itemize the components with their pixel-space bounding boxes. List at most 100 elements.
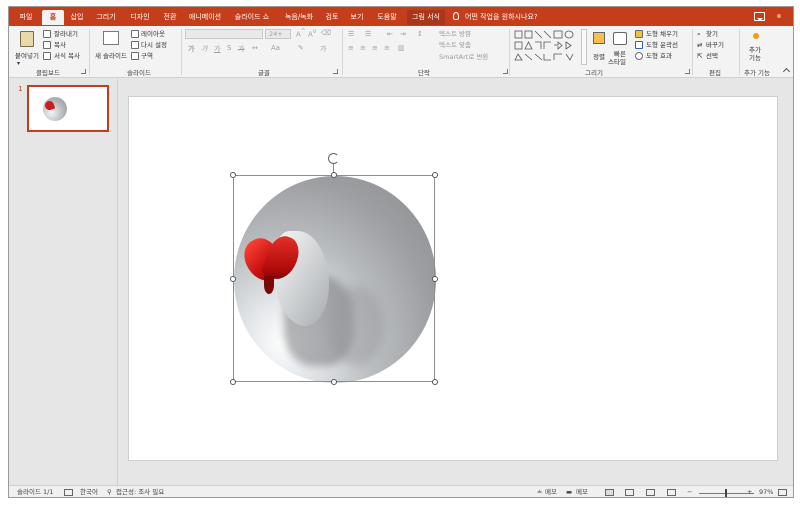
notes-button[interactable]: 메모 [545,488,557,497]
pane-splitter[interactable] [117,79,118,485]
layout-button[interactable]: 레이아웃 [141,30,165,38]
tab-transitions[interactable]: 전환 [159,10,181,25]
slide-sorter-icon[interactable] [625,489,634,496]
shrink-font-icon[interactable]: Av [308,29,316,38]
slideshow-view-icon[interactable] [667,489,676,496]
underline-icon[interactable]: 가 [214,44,220,54]
quick-styles-button-2[interactable]: 스타일 [608,58,626,66]
comments-icon[interactable] [754,12,765,21]
align-right-icon[interactable]: ≡ [372,44,378,52]
paragraph-launcher-icon[interactable] [503,69,508,74]
spelling-icon[interactable] [64,489,73,496]
indent-increase-icon[interactable]: ⇥ [400,30,406,38]
resize-handle-bottom-right[interactable] [432,379,438,385]
addins-icon[interactable] [753,33,759,39]
strikethrough-icon[interactable]: 가 [238,44,244,54]
zoom-level[interactable]: 97% [759,488,773,497]
shape-fill-button[interactable]: 도형 채우기 [646,30,678,38]
tab-home[interactable]: 홈 [42,10,64,25]
bold-icon[interactable]: 가 [188,44,194,54]
zoom-slider-thumb[interactable] [725,489,727,497]
numbering-icon[interactable]: ☰ [365,30,371,38]
tab-help[interactable]: 도움말 [372,10,402,25]
indent-decrease-icon[interactable]: ⇤ [387,30,393,38]
cut-button[interactable]: 잘라내기 [54,30,78,38]
resize-handle-right[interactable] [432,276,438,282]
arrange-button[interactable]: 정렬 [593,53,605,61]
notes-icon: ≐ [537,488,543,496]
font-size-combo[interactable]: 24+ [265,29,291,39]
reading-view-icon[interactable] [646,489,655,496]
smartart-button[interactable]: SmartArt로 변환 [439,53,488,61]
char-spacing-icon[interactable]: ↔ [252,44,258,52]
resize-handle-left[interactable] [230,276,236,282]
section-button[interactable]: 구역 [141,52,153,60]
shapes-gallery[interactable] [513,29,581,65]
drawing-launcher-icon[interactable] [685,69,690,74]
tab-design[interactable]: 디자인 [125,10,155,25]
align-text-button[interactable]: 텍스트 맞춤 [439,41,471,49]
zoom-in-icon[interactable]: + [747,488,752,497]
addins-button-2[interactable]: 기능 [749,54,761,62]
paste-icon[interactable] [20,31,34,47]
normal-view-icon[interactable] [605,489,614,496]
language-indicator[interactable]: 한국어 [80,488,98,497]
tab-slideshow[interactable]: 슬라이드 쇼 [230,10,274,25]
font-launcher-icon[interactable] [333,69,338,74]
font-color-icon[interactable]: 가 [320,44,326,54]
italic-icon[interactable]: 가 [201,44,207,54]
replace-button[interactable]: 바꾸기 [706,41,724,49]
highlight-icon[interactable]: ✎ [298,44,304,52]
slide-thumbnail[interactable] [27,85,109,132]
find-button[interactable]: 찾기 [706,30,718,38]
resize-handle-top-right[interactable] [432,172,438,178]
quick-styles-icon[interactable] [613,32,627,45]
tab-file[interactable]: 파일 [15,10,37,25]
resize-handle-top-left[interactable] [230,172,236,178]
shape-outline-button[interactable]: 도형 윤곽선 [646,41,678,49]
align-center-icon[interactable]: ≡ [360,44,366,52]
accessibility-status[interactable]: 접근성: 조사 필요 [116,488,164,497]
shapes-scroll[interactable] [581,29,587,65]
resize-handle-bottom-left[interactable] [230,379,236,385]
line-spacing-icon[interactable]: ↕ [417,30,423,38]
reset-button[interactable]: 다시 설정 [141,41,167,49]
paste-button[interactable]: 붙여넣기 [15,52,39,60]
tab-animations[interactable]: 애니메이션 [185,10,225,25]
columns-icon[interactable]: ▥ [398,44,405,52]
tab-draw[interactable]: 그리기 [92,10,120,25]
zoom-out-icon[interactable]: − [687,488,692,497]
resize-handle-top[interactable] [331,172,337,178]
justify-icon[interactable]: ≡ [384,44,390,52]
text-direction-button[interactable]: 텍스트 방향 [439,30,471,38]
tab-record[interactable]: 녹음/녹화 [279,10,319,25]
addins-button[interactable]: 추가 [749,46,761,54]
new-slide-button[interactable]: 새 슬라이드 [95,52,127,60]
shape-effects-button[interactable]: 도형 효과 [646,52,672,60]
format-painter-button[interactable]: 서식 복사 [54,52,80,60]
comments-button[interactable]: 메모 [576,488,588,497]
shadow-icon[interactable]: S [227,44,231,52]
tell-me-search[interactable]: 어떤 작업을 원하시나요? [453,10,538,25]
font-name-combo[interactable] [185,29,263,39]
align-left-icon[interactable]: ≡ [348,44,354,52]
new-slide-icon[interactable] [103,31,119,45]
tab-picture-format[interactable]: 그림 서식 [407,10,445,25]
tab-view[interactable]: 보기 [346,10,368,25]
clear-format-icon[interactable]: ⌫ [321,29,331,37]
quick-styles-button[interactable]: 빠른 [614,50,626,58]
slide-canvas[interactable] [128,96,778,461]
clipboard-launcher-icon[interactable] [81,69,86,74]
tab-insert[interactable]: 삽입 [66,10,88,25]
collapse-ribbon-icon[interactable] [782,67,791,76]
rotate-handle-icon[interactable] [328,153,339,164]
arrange-icon[interactable] [593,32,605,44]
resize-handle-bottom[interactable] [331,379,337,385]
select-button[interactable]: 선택 [706,52,718,60]
fit-to-window-icon[interactable] [778,489,787,496]
tab-review[interactable]: 검토 [321,10,343,25]
grow-font-icon[interactable]: A^ [296,29,306,38]
bullets-icon[interactable]: ☰ [348,30,354,38]
change-case-icon[interactable]: Aa [271,44,280,52]
copy-button[interactable]: 복사 [54,41,66,49]
